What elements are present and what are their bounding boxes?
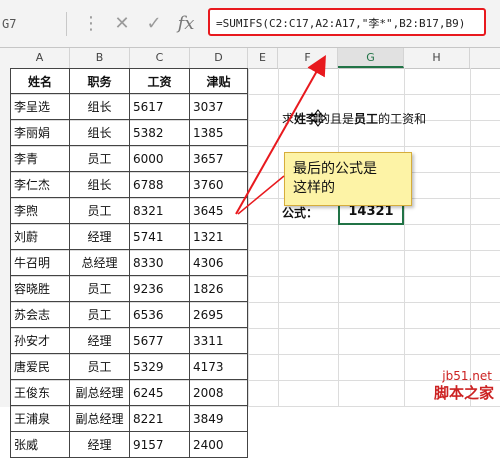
- callout-pointer: [237, 175, 285, 215]
- annotation-overlay: [235, 55, 327, 215]
- cell-salary[interactable]: 9157: [130, 432, 190, 458]
- cell-name[interactable]: 张威: [10, 432, 70, 458]
- cell-name[interactable]: 王浦泉: [10, 406, 70, 432]
- cell-position[interactable]: 经理: [70, 432, 130, 458]
- arrow-to-formula: [235, 55, 326, 215]
- move-cursor-icon: [309, 109, 327, 127]
- cell-salary[interactable]: 8221: [130, 406, 190, 432]
- cell-allowance[interactable]: 2400: [190, 432, 248, 458]
- watermark-site: jb51.net: [442, 369, 492, 383]
- cell-allowance[interactable]: 3849: [190, 406, 248, 432]
- watermark-name: 脚本之家: [433, 384, 494, 402]
- cell-position[interactable]: 副总经理: [70, 406, 130, 432]
